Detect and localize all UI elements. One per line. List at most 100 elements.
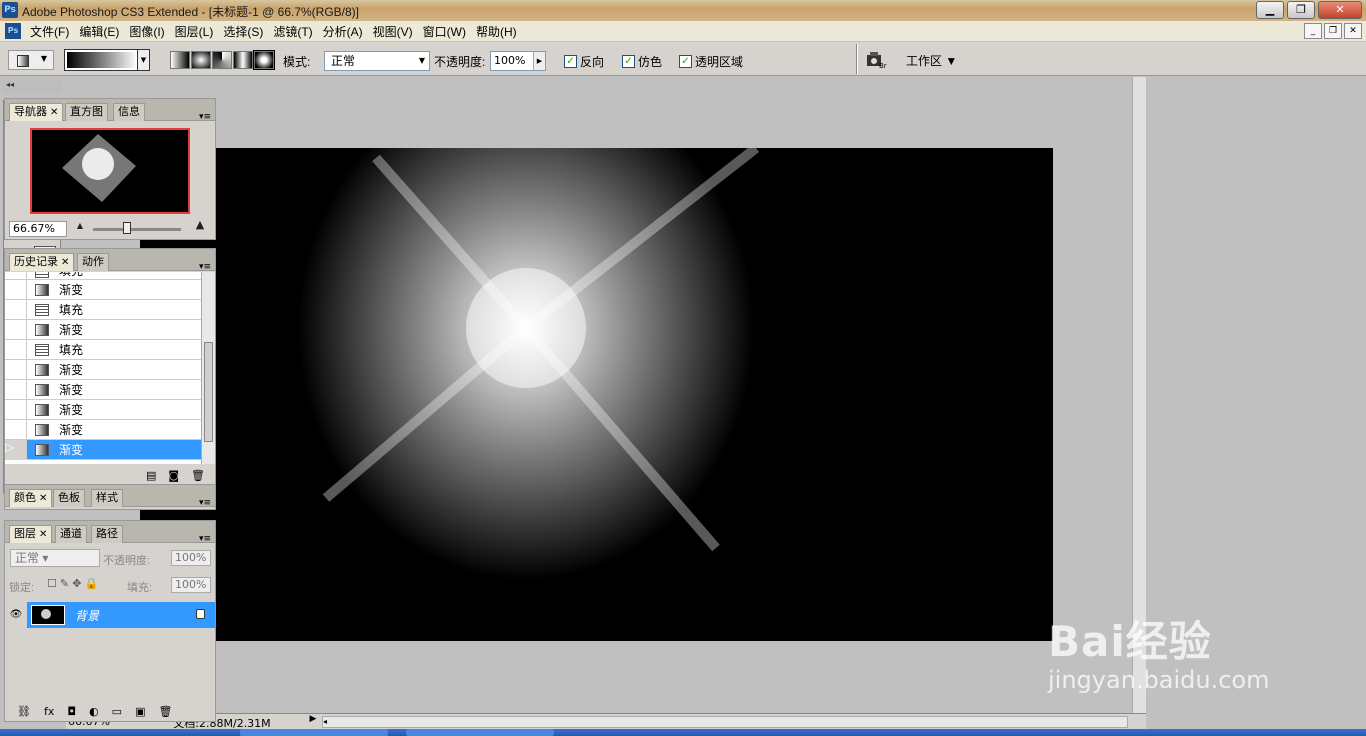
menu-view[interactable]: 视图(V) [368, 23, 418, 40]
list-item[interactable]: 填充 [5, 272, 201, 280]
tab-history[interactable]: 历史记录 ✕ [9, 253, 75, 271]
snapshot-icon[interactable]: ◙ [168, 469, 179, 482]
new-group-icon[interactable]: ▭ [112, 705, 122, 718]
linear-gradient-button[interactable] [170, 51, 190, 69]
history-scrollbar[interactable] [201, 272, 215, 464]
menu-select[interactable]: 选择(S) [218, 23, 268, 40]
list-item[interactable]: 渐变 [5, 379, 201, 400]
menu-file[interactable]: 文件(F) [25, 23, 74, 40]
list-item[interactable]: 填充 [5, 299, 201, 320]
tab-navigator[interactable]: 导航器 ✕ [9, 103, 64, 121]
maximize-button[interactable]: ❐ [1287, 1, 1315, 19]
tab-histogram[interactable]: 直方图 [65, 103, 108, 121]
tab-layers[interactable]: 图层 ✕ [9, 525, 53, 543]
dither-checkbox[interactable]: ✓ 仿色 [622, 53, 662, 70]
canvas-horizontal-scrollbar[interactable]: ◂ [322, 716, 1128, 728]
fill-label: 填充: [127, 582, 153, 594]
menu-edit[interactable]: 编辑(E) [74, 23, 124, 40]
navigator-zoom-input[interactable]: 66.67% [9, 221, 67, 237]
angle-gradient-button[interactable] [212, 51, 232, 69]
chevron-down-icon[interactable]: ▼ [137, 50, 149, 70]
title-bar: Ps Adobe Photoshop CS3 Extended - [未标题-1… [0, 0, 1366, 21]
panel-menu-icon[interactable]: ▾≡ [199, 534, 211, 544]
doc-minimize-button[interactable]: _ [1304, 23, 1322, 39]
trash-icon[interactable]: 🗑 [158, 705, 172, 718]
list-item[interactable]: 渐变 [5, 399, 201, 420]
close-button[interactable]: ✕ [1318, 1, 1362, 19]
lock-label: 锁定: [9, 582, 35, 594]
tab-styles[interactable]: 样式 [91, 489, 123, 507]
bridge-icon[interactable]: Br [864, 50, 888, 70]
diamond-gradient-button[interactable] [253, 50, 275, 70]
layer-blend-mode-select[interactable]: 正常 ▾ [10, 549, 100, 567]
menu-image[interactable]: 图像(I) [124, 23, 169, 40]
list-item[interactable]: 渐变 [5, 279, 201, 300]
fill-input[interactable]: 100% [171, 577, 211, 593]
menu-window[interactable]: 窗口(W) [418, 23, 471, 40]
menu-help[interactable]: 帮助(H) [471, 23, 522, 40]
play-icon[interactable]: ▶ [306, 714, 320, 728]
taskbar-item[interactable] [240, 729, 388, 736]
menu-layer[interactable]: 图层(L) [170, 23, 219, 40]
list-item[interactable]: 渐变 [5, 359, 201, 380]
reflected-gradient-button[interactable] [233, 51, 253, 69]
layer-thumbnail [31, 605, 65, 625]
add-mask-icon[interactable]: ◘ [67, 705, 76, 718]
lock-icons[interactable]: ☐ ✎ ✥ 🔒 [47, 577, 98, 590]
document-canvas[interactable] [140, 148, 1053, 641]
minimize-button[interactable]: ▁ [1256, 1, 1284, 19]
doc-close-button[interactable]: ✕ [1344, 23, 1362, 39]
toolbox-grip[interactable]: ◂◂ [2, 80, 62, 94]
panel-menu-icon[interactable]: ▾≡ [199, 498, 211, 508]
navigator-zoom-slider[interactable] [93, 228, 181, 231]
tab-color[interactable]: 颜色 ✕ [9, 489, 53, 507]
mode-select[interactable]: 正常 ▼ [324, 51, 430, 71]
navigator-zoom-knob[interactable] [123, 222, 131, 234]
workspace-menu[interactable]: 工作区 ▼ [906, 52, 957, 69]
close-icon: ✕ [39, 493, 48, 504]
taskbar [0, 729, 1366, 736]
history-panel: 历史记录✕ 动作 ▾≡ 填充 渐变 填充 渐变 填充 渐变 渐变 渐变 渐变 ▷… [4, 248, 216, 486]
tab-info[interactable]: 信息 [113, 103, 145, 121]
eye-icon[interactable]: 👁 [5, 602, 27, 628]
list-item[interactable]: 渐变 [5, 419, 201, 440]
radial-gradient-button[interactable] [191, 51, 211, 69]
adjustment-layer-icon[interactable]: ◐ [89, 705, 99, 718]
opacity-input[interactable]: 100% ▶ [490, 51, 546, 71]
fx-icon[interactable]: fx [44, 705, 54, 718]
zoom-out-icon[interactable]: ▲ [73, 219, 87, 233]
tab-swatches[interactable]: 色板 [53, 489, 85, 507]
panel-menu-icon[interactable]: ▾≡ [199, 262, 211, 272]
navigator-panel: 导航器 ✕ 直方图 信息 ▾≡ 66.67% ▲ ▲ [4, 98, 216, 240]
zoom-in-icon[interactable]: ▲ [191, 217, 209, 233]
list-item[interactable]: 填充 [5, 339, 201, 360]
mode-label: 模式: [283, 55, 311, 69]
close-icon: ✕ [50, 107, 59, 118]
list-item-selected[interactable]: ▷ 渐变 [5, 439, 201, 460]
tab-channels[interactable]: 通道 [55, 525, 87, 543]
tab-actions[interactable]: 动作 [77, 253, 109, 271]
tab-paths[interactable]: 路径 [91, 525, 123, 543]
layer-row-background[interactable]: 👁 背景 [5, 602, 215, 628]
app-icon-small[interactable]: Ps [5, 23, 21, 39]
gradient-icon [35, 443, 49, 456]
gradient-picker[interactable]: ▼ [64, 49, 150, 71]
navigator-thumbnail[interactable] [30, 128, 190, 214]
tool-preset-picker[interactable]: ▼ [8, 50, 54, 70]
trash-icon[interactable]: 🗑 [191, 469, 205, 482]
taskbar-item-active[interactable] [406, 729, 554, 736]
link-icon[interactable]: ⛓ [17, 705, 31, 718]
layer-opacity-input[interactable]: 100% [171, 550, 211, 566]
gradient-icon [35, 383, 49, 396]
new-layer-icon[interactable]: ▣ [135, 705, 145, 718]
new-document-from-state-icon[interactable]: ▤ [146, 469, 156, 482]
menu-filter[interactable]: 滤镜(T) [268, 23, 317, 40]
menu-analysis[interactable]: 分析(A) [318, 23, 368, 40]
doc-restore-button[interactable]: ❐ [1324, 23, 1342, 39]
list-item[interactable]: 渐变 [5, 319, 201, 340]
transparency-checkbox[interactable]: ✓ 透明区域 [679, 53, 743, 70]
reverse-checkbox[interactable]: ✓ 反向 [564, 53, 604, 70]
watermark-brand: Bai经验 [1048, 617, 1212, 666]
panel-menu-icon[interactable]: ▾≡ [199, 112, 211, 122]
layer-name[interactable]: 背景 [75, 607, 99, 624]
